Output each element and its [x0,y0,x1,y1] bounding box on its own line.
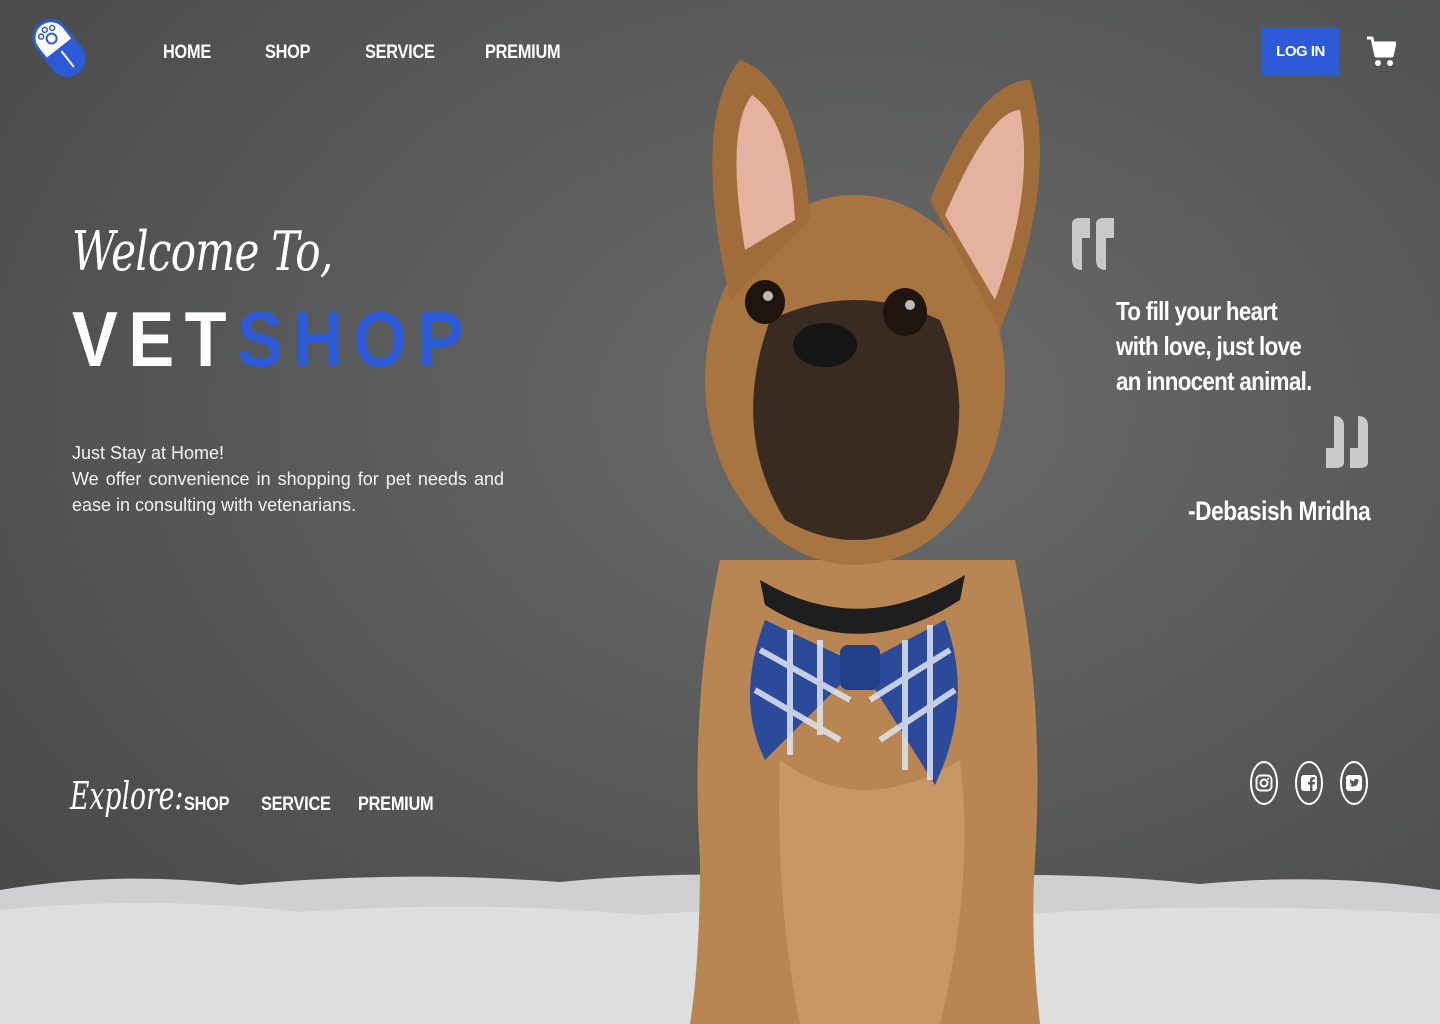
twitter-icon [1346,775,1362,791]
twitter-link[interactable] [1340,761,1368,805]
brand-title-vet: VET [72,295,238,383]
explore-link-service[interactable]: SERVICE [261,794,331,816]
nav-shop[interactable]: SHOP [265,42,311,64]
cart-icon[interactable] [1366,34,1396,68]
quote-author: -Debasish Mridha [1188,496,1371,526]
tagline-line-1: Just Stay at Home! [72,443,225,463]
nav-service[interactable]: SERVICE [365,42,435,64]
instagram-link[interactable] [1250,761,1278,805]
facebook-link[interactable] [1295,761,1323,805]
explore-link-premium[interactable]: PREMIUM [358,794,434,816]
explore-link-shop[interactable]: SHOP [184,794,230,816]
quote-text: To fill your heart with love, just love … [1116,294,1312,399]
facebook-icon [1301,775,1317,791]
quote-line-2: with love, just love [1116,331,1302,361]
brand-title: VETSHOP [72,300,474,378]
welcome-heading: Welcome To, [72,220,333,283]
nav-home[interactable]: HOME [163,42,211,64]
open-quote-icon [1072,218,1114,270]
brand-title-shop: SHOP [237,295,474,383]
instagram-icon [1255,774,1273,792]
login-button[interactable]: LOG IN [1262,27,1339,76]
nav-premium[interactable]: PREMIUM [485,42,561,64]
explore-label: Explore: [70,774,184,818]
tagline-line-2: We offer convenience in shopping for pet… [72,469,504,515]
hero-tagline: Just Stay at Home! We offer convenience … [72,440,504,518]
quote-line-3: an innocent animal. [1116,366,1312,396]
close-quote-icon [1326,416,1368,468]
vet-logo-icon[interactable] [28,14,90,82]
quote-line-1: To fill your heart [1116,296,1278,326]
